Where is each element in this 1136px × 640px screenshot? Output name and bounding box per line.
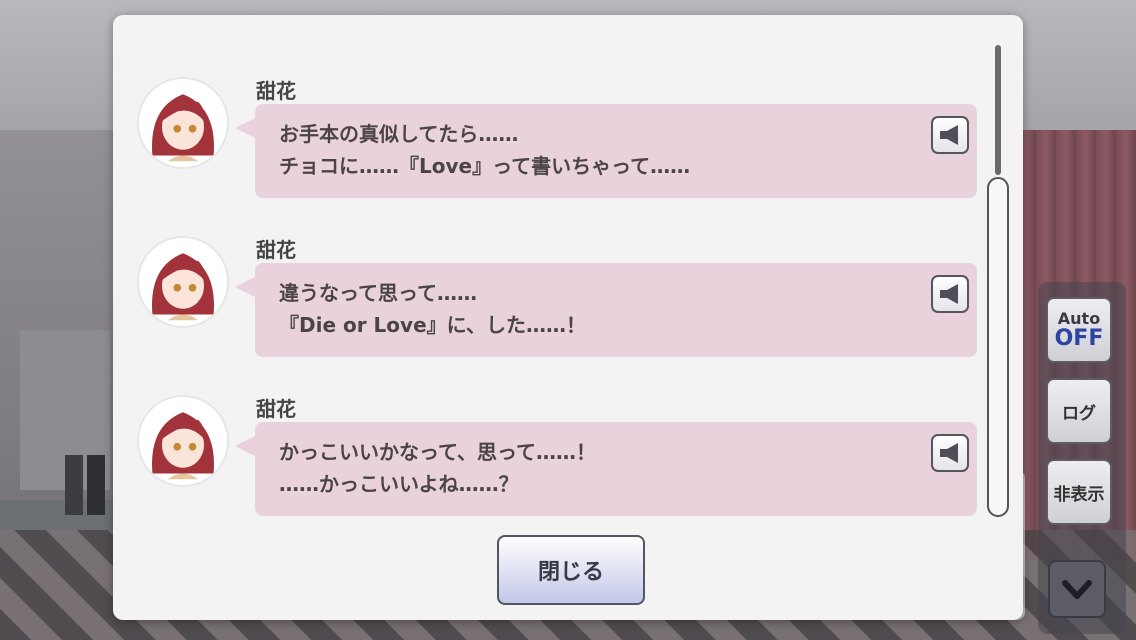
chevron-down-icon: [1062, 580, 1092, 599]
speaker-name: 甜花: [256, 238, 296, 262]
hide-button[interactable]: 非表示: [1046, 459, 1112, 525]
auto-button[interactable]: Auto OFF: [1046, 297, 1112, 363]
log-entry: 甜花 かっこいいかなって、思って……！ ……かっこいいよね……？: [113, 333, 993, 516]
dialogue-line: お手本の真似してたら……: [279, 122, 519, 146]
dialogue-line: かっこいいかなって、思って……！: [279, 440, 596, 464]
scrollbar-thumb[interactable]: [987, 177, 1009, 517]
log-entry: 甜花 違うなって思って…… 『Die or Love』に、した……！: [113, 174, 993, 357]
voice-replay-button[interactable]: [931, 275, 969, 313]
side-menu: Auto OFF ログ 非表示: [1038, 282, 1126, 634]
avatar: [137, 77, 229, 169]
avatar: [137, 395, 229, 487]
scrollbar-upper-line[interactable]: [995, 45, 1001, 175]
speaker-icon: [940, 443, 958, 463]
speaker-icon: [940, 284, 958, 304]
speaker-name: 甜花: [256, 397, 296, 421]
character-portrait-icon: [139, 79, 227, 167]
voice-replay-button[interactable]: [931, 116, 969, 154]
dialogue-line: ……かっこいいよね……？: [279, 472, 519, 496]
character-portrait-icon: [139, 397, 227, 485]
log-entry: 甜花 お手本の真似してたら…… チョコに……『Love』って書いちゃって……: [113, 15, 993, 198]
character-portrait-icon: [139, 238, 227, 326]
background-bottles: [65, 455, 105, 515]
speaker-icon: [940, 125, 958, 145]
close-button[interactable]: 閉じる: [497, 535, 645, 605]
chevron-down-button[interactable]: [1048, 560, 1106, 618]
log-button[interactable]: ログ: [1046, 378, 1112, 444]
avatar: [137, 236, 229, 328]
speaker-name: 甜花: [256, 79, 296, 103]
dialogue-line: 違うなって思って……: [279, 281, 477, 305]
auto-state: OFF: [1054, 326, 1104, 351]
dialogue-bubble: かっこいいかなって、思って……！ ……かっこいいよね……？: [235, 422, 977, 516]
voice-replay-button[interactable]: [931, 434, 969, 472]
log-modal: 甜花 お手本の真似してたら…… チョコに……『Love』って書いちゃって…… 甜…: [113, 15, 1023, 620]
